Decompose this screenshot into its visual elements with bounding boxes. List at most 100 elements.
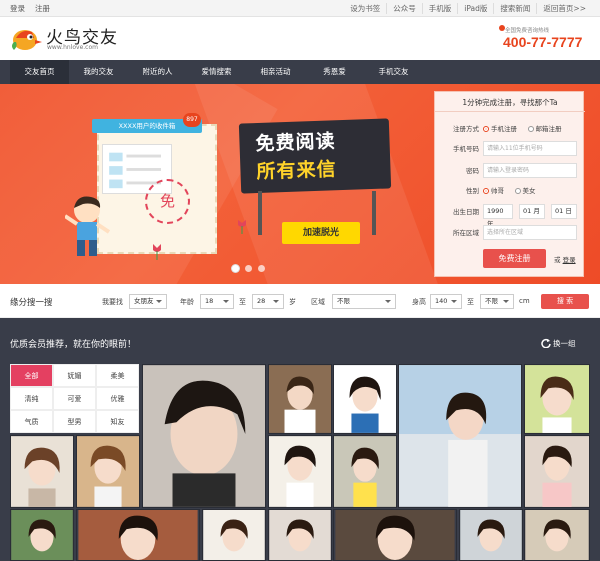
member-photo[interactable] (10, 435, 74, 508)
register-link[interactable]: 注册 (35, 3, 50, 14)
filter-friend[interactable]: 知友 (96, 410, 139, 433)
carousel-dot[interactable] (258, 265, 265, 272)
nav-item-mobile[interactable]: 手机交友 (364, 60, 423, 84)
bookmark-link[interactable]: 设为书签 (344, 3, 386, 14)
register-title: 1分钟完成注册，寻找那个Ta (462, 98, 558, 107)
nav-item-show-love[interactable]: 秀恩爱 (305, 60, 364, 84)
member-photo[interactable] (76, 435, 140, 508)
birthday-row: 出生日期 1990 年 01 月 01 日 (435, 204, 585, 228)
ipad-link[interactable]: iPad版 (457, 3, 493, 14)
portrait-image (11, 436, 73, 507)
news-link[interactable]: 搜索新闻 (493, 3, 536, 14)
filter-cute[interactable]: 可爱 (53, 387, 96, 410)
age-from-select[interactable]: 18 (200, 294, 234, 309)
portrait-image (77, 436, 139, 507)
nav-item-my-friends[interactable]: 我的交友 (69, 60, 128, 84)
female-radio[interactable]: 美女 (514, 183, 536, 199)
portrait-image (334, 436, 396, 507)
filter-charming[interactable]: 妩媚 (53, 364, 96, 387)
member-photo[interactable] (268, 509, 332, 561)
search-button[interactable]: 搜 索 (541, 294, 589, 309)
nav-item-nearby[interactable]: 附近的人 (128, 60, 187, 84)
headline-line-1: 免费阅读 (255, 130, 336, 156)
login-link[interactable]: 登录 (10, 3, 25, 14)
radio-icon (483, 126, 489, 132)
portrait-image (269, 365, 331, 433)
member-photo[interactable] (398, 364, 522, 508)
register-method-row: 注册方式 手机注册 邮箱注册 (435, 121, 585, 137)
height-from-select[interactable]: 140 (430, 294, 462, 309)
radio-icon (514, 188, 521, 194)
birth-year-select[interactable]: 1990 年 (483, 204, 513, 228)
phone-register-radio[interactable]: 手机注册 (483, 121, 517, 137)
main-nav: 交友首页 我的交友 附近的人 爱情搜索 相亲活动 秀恩爱 手机交友 (0, 60, 600, 84)
bird-logo-icon[interactable] (10, 24, 42, 52)
member-photo[interactable] (524, 435, 590, 508)
male-radio[interactable]: 帅哥 (483, 183, 504, 199)
looking-select[interactable]: 女朋友 (129, 294, 167, 309)
member-photo[interactable] (268, 364, 332, 434)
member-photo[interactable] (268, 435, 332, 508)
carousel-dot[interactable] (245, 265, 252, 272)
member-photo[interactable] (202, 509, 266, 561)
headline-sign: 免费阅读 所有来信 (238, 118, 392, 194)
member-photo[interactable] (76, 509, 200, 561)
headline-line-2: 所有来信 (256, 158, 337, 184)
portrait-image (525, 365, 589, 433)
member-photo[interactable] (333, 364, 397, 434)
filter-gentle[interactable]: 柔美 (96, 364, 139, 387)
radio-icon (483, 188, 489, 194)
login-link[interactable]: 登录 (563, 256, 576, 264)
nav-item-love-search[interactable]: 爱情搜索 (187, 60, 246, 84)
quick-search: 缘分搜一搜 我要找 女朋友 年龄 18 至 28 岁 区域 不限 身高 140 … (0, 284, 600, 318)
nav-item-events[interactable]: 相亲活动 (246, 60, 305, 84)
portrait-image (334, 365, 396, 433)
filter-temperament[interactable]: 气质 (10, 410, 53, 433)
nav-item-home[interactable]: 交友首页 (10, 60, 69, 84)
looking-label: 我要找 (102, 298, 123, 306)
birth-day-select[interactable]: 01 日 (551, 204, 577, 219)
home-link[interactable]: 返回首页>> (536, 3, 592, 14)
mobile-link[interactable]: 手机版 (421, 3, 458, 14)
portrait-image (143, 365, 265, 507)
age-unit: 岁 (289, 298, 296, 306)
refresh-icon[interactable] (541, 338, 551, 348)
height-to-select[interactable]: 不限 (480, 294, 514, 309)
refresh-group-button[interactable]: 换一组 (553, 338, 576, 349)
carousel-dot[interactable] (232, 265, 239, 272)
phone-input[interactable]: 请输入11位手机号码 (483, 141, 577, 156)
age-to-select[interactable]: 28 (252, 294, 284, 309)
height-unit: cm (519, 297, 530, 305)
member-photo[interactable] (524, 364, 590, 434)
area-row: 所在区域 选择所在区域 (435, 225, 585, 241)
member-photo[interactable] (142, 364, 266, 508)
hotline-label: 全国免费咨询热线 (505, 28, 550, 34)
member-photo[interactable] (524, 509, 590, 561)
wechat-link[interactable]: 公众号 (386, 3, 422, 14)
birth-month-select[interactable]: 01 月 (519, 204, 545, 219)
free-register-button[interactable]: 免费注册 (483, 249, 546, 268)
member-photo[interactable] (459, 509, 523, 561)
field-label: 出生日期 (453, 208, 479, 216)
height-label: 身高 (412, 298, 426, 306)
or-login: 或 登录 (554, 254, 576, 264)
filter-elegant[interactable]: 优雅 (96, 387, 139, 410)
portrait-image (460, 510, 522, 560)
portrait-image (11, 510, 73, 560)
member-photo[interactable] (333, 435, 397, 508)
filter-handsome[interactable]: 型男 (53, 410, 96, 433)
filter-all[interactable]: 全部 (10, 364, 53, 387)
phone-row: 手机号码 请输入11位手机号码 (435, 141, 585, 157)
speed-up-button[interactable]: 加速脱光 (282, 222, 360, 244)
filter-pure[interactable]: 清纯 (10, 387, 53, 410)
email-register-radio[interactable]: 邮箱注册 (527, 121, 562, 137)
member-photo[interactable] (10, 509, 74, 561)
member-filters: 全部 妩媚 柔美 清纯 可爱 优雅 气质 型男 知友 (10, 364, 140, 433)
region-select[interactable]: 不限 (332, 294, 396, 309)
tulip-icon (238, 220, 246, 234)
area-input[interactable]: 选择所在区域 (483, 225, 577, 240)
portrait-image (269, 510, 331, 560)
portrait-image (78, 510, 198, 560)
member-photo[interactable] (333, 509, 457, 561)
password-input[interactable]: 请输入登录密码 (483, 163, 577, 178)
